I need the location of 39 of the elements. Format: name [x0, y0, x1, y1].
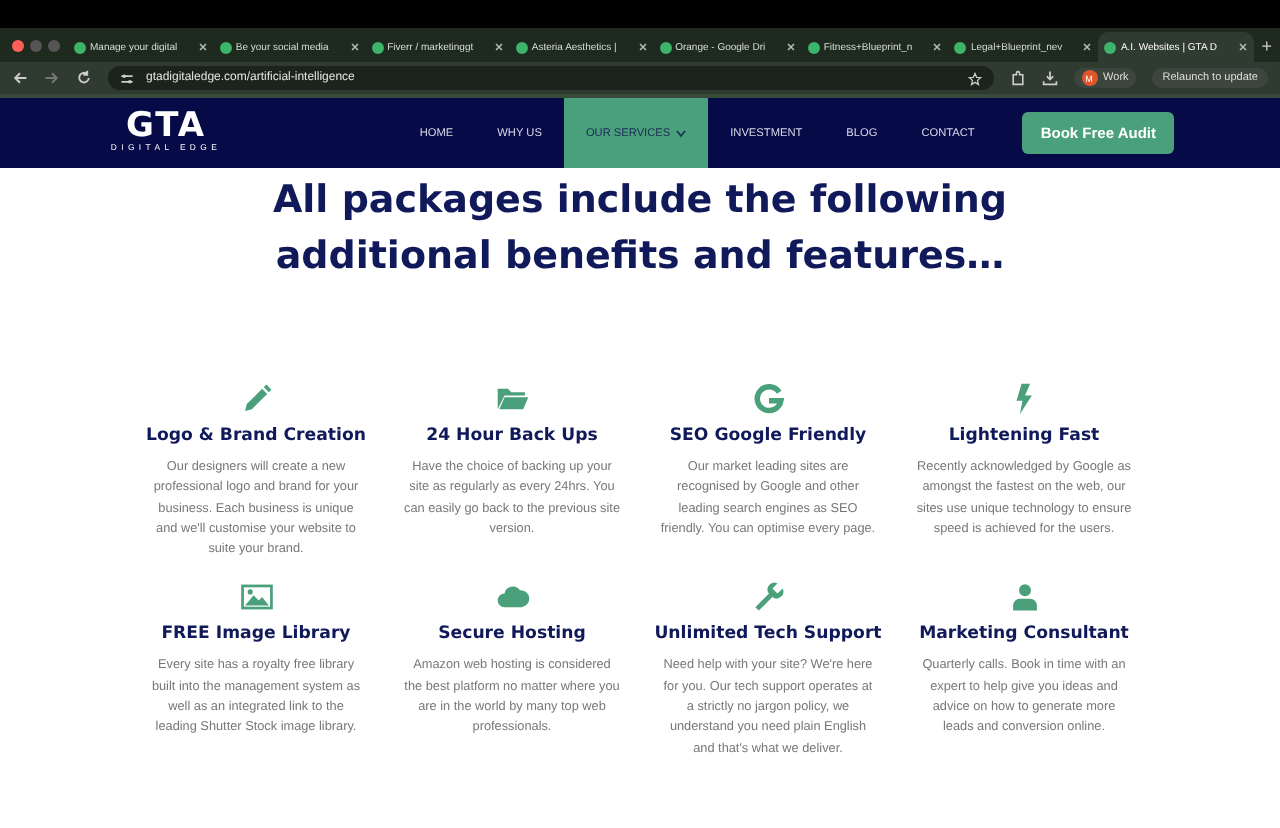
favicon-icon	[515, 41, 528, 53]
favicon-icon	[1104, 41, 1117, 53]
favicon-icon	[371, 41, 384, 53]
favicon-icon	[659, 41, 672, 53]
section-heading: All packages include the following additional benefits and features…	[270, 176, 1010, 282]
google-icon	[751, 382, 785, 416]
forward-icon[interactable]	[44, 70, 60, 86]
close-icon[interactable]	[637, 42, 648, 52]
download-icon[interactable]	[1041, 70, 1058, 86]
wrench-icon	[751, 580, 785, 615]
favicon-icon	[219, 41, 232, 53]
favicon-icon	[954, 41, 967, 53]
pencil-icon	[239, 382, 273, 416]
feature-title: FREE Image Library	[161, 624, 351, 645]
feature-title: Logo & Brand Creation	[145, 426, 366, 446]
feature-title: Unlimited Tech Support	[654, 624, 882, 645]
star-icon[interactable]	[967, 71, 982, 85]
logo-wordmark[interactable]: GTA	[125, 112, 207, 142]
feature-title: Secure Hosting	[438, 624, 586, 645]
feature-title: Marketing Consultant	[919, 624, 1129, 645]
back-icon[interactable]	[12, 70, 28, 86]
close-icon[interactable]	[932, 42, 943, 52]
extensions-icon[interactable]	[1009, 70, 1026, 86]
feature-title: Lightening Fast	[948, 426, 1100, 446]
close-icon[interactable]	[493, 42, 504, 52]
close-icon[interactable]	[197, 42, 208, 52]
image-icon	[239, 580, 273, 615]
site-settings-icon	[120, 71, 134, 85]
close-icon[interactable]	[1082, 42, 1093, 52]
reload-icon[interactable]	[76, 70, 92, 86]
person-icon	[1007, 580, 1041, 615]
close-icon[interactable]	[349, 42, 360, 52]
favicon-icon	[807, 41, 820, 53]
close-icon[interactable]	[785, 42, 796, 52]
new-tab-button[interactable]: +	[1261, 35, 1273, 55]
close-icon[interactable]	[1237, 42, 1248, 52]
feature-title: 24 Hour Back Ups	[426, 426, 598, 446]
feature-title: SEO Google Friendly	[669, 426, 867, 446]
favicon-icon	[74, 41, 86, 53]
